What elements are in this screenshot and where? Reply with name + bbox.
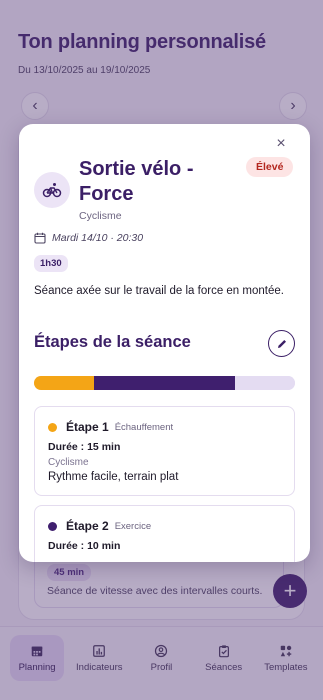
priority-badge: Élevé [246, 157, 294, 177]
step-header: Étape 2 Exercice [48, 519, 151, 533]
step-duration: Durée : 15 min [48, 441, 121, 453]
close-button[interactable]: × [273, 136, 289, 152]
steps-heading: Étapes de la séance [34, 333, 191, 351]
step-duration: Durée : 10 min [48, 540, 121, 552]
step-color-dot [48, 422, 57, 432]
step-color-dot [48, 521, 57, 531]
duration-chip: 1h30 [34, 255, 68, 272]
progress-segment [34, 376, 95, 390]
progress-segment [94, 376, 235, 390]
session-detail-modal: × Sortie vélo - Force Élevé Cyclisme Mar… [19, 124, 310, 562]
bicycle-icon [42, 183, 62, 198]
step-note: Rythme facile, terrain plat [48, 471, 179, 483]
step-card[interactable]: Étape 2 Exercice Durée : 10 min [34, 505, 295, 562]
session-category: Cyclisme [79, 210, 122, 222]
session-datetime: Mardi 14/10 · 20:30 [34, 232, 143, 244]
steps-progress-bar [34, 376, 295, 390]
step-type: Exercice [114, 520, 152, 532]
step-card[interactable]: Étape 1 Échauffement Durée : 15 min Cycl… [34, 406, 295, 496]
progress-segment [234, 376, 295, 390]
calendar-icon [34, 232, 46, 244]
datetime-text: Mardi 14/10 · 20:30 [52, 232, 144, 244]
step-type: Échauffement [114, 421, 174, 433]
step-header: Étape 1 Échauffement [48, 420, 173, 434]
step-category: Cyclisme [48, 457, 89, 468]
step-name: Étape 2 [66, 519, 109, 533]
activity-badge [34, 172, 70, 208]
step-name: Étape 1 [66, 420, 109, 434]
edit-steps-button[interactable] [268, 330, 295, 357]
close-icon: × [276, 135, 286, 152]
pencil-icon [277, 339, 286, 348]
session-description: Séance axée sur le travail de la force e… [34, 285, 284, 297]
session-title: Sortie vélo - Force [79, 158, 194, 205]
